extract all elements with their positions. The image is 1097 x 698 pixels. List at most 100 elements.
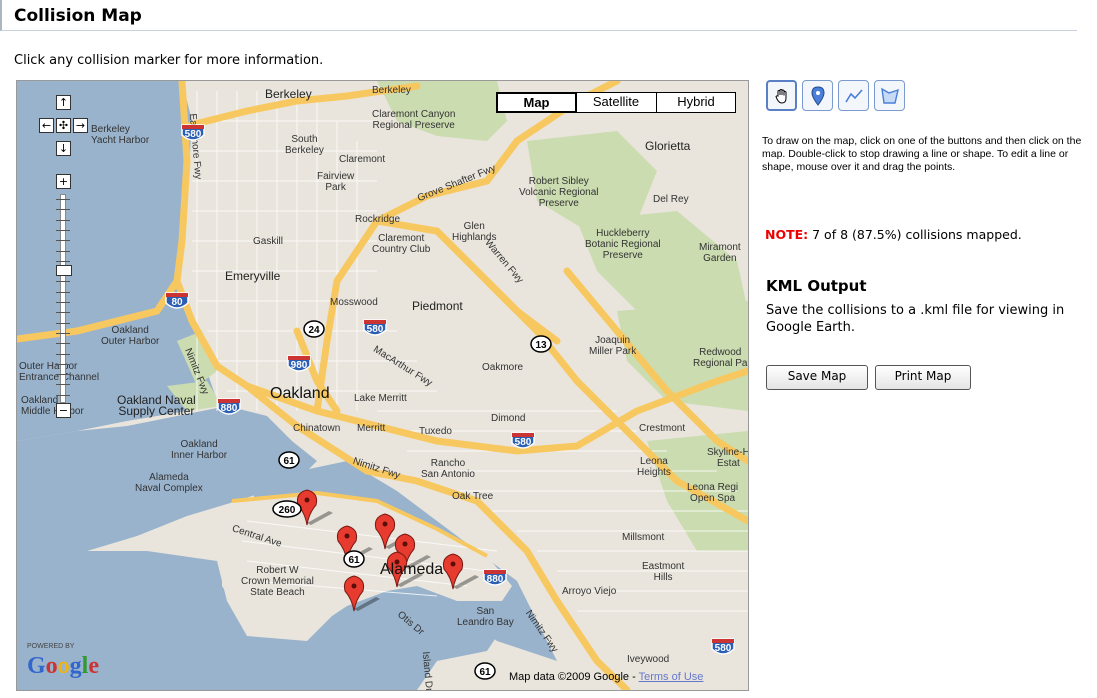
placemark-icon <box>810 85 825 106</box>
map-type-control: Map Satellite Hybrid <box>496 92 736 113</box>
zoom-tick <box>56 343 70 345</box>
zoom-tick <box>56 240 70 242</box>
polygon-icon <box>880 87 899 104</box>
save-map-button[interactable]: Save Map <box>766 365 868 390</box>
map-label: Rancho San Antonio <box>421 458 475 480</box>
pan-right-button[interactable]: → <box>73 118 88 133</box>
zoom-tick <box>56 322 70 324</box>
zoom-tick <box>56 332 70 334</box>
kml-output-title: KML Output <box>766 277 867 295</box>
zoom-tick <box>56 312 70 314</box>
pan-down-button[interactable]: ↓ <box>56 141 71 156</box>
page-title: Collision Map <box>14 6 142 26</box>
map-label: Oakland Middle Harbor <box>21 395 84 417</box>
google-logo[interactable]: Google <box>27 653 99 680</box>
zoom-tick <box>56 219 70 221</box>
zoom-in-button[interactable]: + <box>56 174 71 189</box>
zoom-tick <box>56 291 70 293</box>
map-label: Joaquin Miller Park <box>589 335 637 357</box>
map-label: Oakland <box>270 385 330 402</box>
map-label: Rockridge <box>355 214 401 225</box>
map-label: Dimond <box>491 413 526 424</box>
map-label: Oakland Naval Supply Center <box>117 393 196 418</box>
pan-up-button[interactable]: ↑ <box>56 95 71 110</box>
terms-of-use-link[interactable]: Terms of Use <box>639 671 704 683</box>
map-label: San Leandro Bay <box>457 606 514 628</box>
map-tiles[interactable] <box>17 81 748 690</box>
map-label: Oakmore <box>482 362 524 373</box>
drawing-toolbar <box>766 80 905 111</box>
print-map-button[interactable]: Print Map <box>875 365 971 390</box>
map-label: Gaskill <box>253 236 284 247</box>
map-attribution: Map data ©2009 Google - Terms of Use <box>509 671 703 683</box>
zoom-tick <box>56 250 70 252</box>
map-label: Crestmont <box>639 423 686 434</box>
page-header: Collision Map <box>0 0 1077 31</box>
zoom-tick <box>56 353 70 355</box>
map-label: Berkeley <box>265 87 312 101</box>
drawing-help-text: To draw on the map, click on one of the … <box>762 135 1082 173</box>
map-label: Skyline-H Estat <box>707 447 749 469</box>
attribution-text: Map data ©2009 Google - <box>509 671 639 683</box>
map-label: Redwood Regional Pa <box>693 347 748 369</box>
map-label: Merritt <box>357 423 386 434</box>
map-label: Lake Merritt <box>354 393 407 404</box>
map-label: Oak Tree <box>452 491 494 502</box>
zoom-tick <box>56 384 70 386</box>
collision-map[interactable]: Berkeley Berkeley Berkeley Yacht Harbor S… <box>16 80 749 691</box>
polygon-tool-button[interactable] <box>874 80 905 111</box>
pan-center-button[interactable]: ✣ <box>56 118 71 133</box>
pan-left-button[interactable]: ← <box>39 118 54 133</box>
map-type-hybrid-button[interactable]: Hybrid <box>657 93 735 112</box>
map-label: Iveywood <box>627 654 670 665</box>
polyline-icon <box>844 88 863 102</box>
map-label: Glorietta <box>645 139 691 153</box>
polyline-tool-button[interactable] <box>838 80 869 111</box>
zoom-tick <box>56 302 70 303</box>
map-label: Robert Sibley Volcanic Regional Preserve <box>519 176 599 209</box>
map-label: Robert W Crown Memorial State Beach <box>241 565 314 598</box>
map-label: Oakland Inner Harbor <box>171 439 228 461</box>
map-label: Leona Heights <box>637 456 671 478</box>
zoom-tick <box>56 260 70 262</box>
map-type-map-button[interactable]: Map <box>496 92 577 113</box>
map-label: Mosswood <box>330 297 378 308</box>
zoom-tick <box>56 374 70 376</box>
map-label: Claremont Canyon Regional Preserve <box>372 109 456 131</box>
map-label: Alameda <box>380 561 444 578</box>
zoom-tick <box>56 199 70 200</box>
zoom-tick <box>56 281 70 283</box>
hand-tool-button[interactable] <box>766 80 797 111</box>
zoom-slider-track[interactable] <box>56 194 70 403</box>
intro-text: Click any collision marker for more info… <box>14 53 324 68</box>
kml-output-description: Save the collisions to a .kml file for v… <box>766 303 1065 335</box>
map-label: Chinatown <box>293 423 341 434</box>
map-label: Emeryville <box>225 269 281 283</box>
map-label: Eastmont Hills <box>642 561 685 583</box>
map-label: Fairview Park <box>317 171 355 193</box>
zoom-tick <box>56 363 70 365</box>
map-label: Claremont <box>339 154 386 165</box>
powered-by-label: POWERED BY <box>27 643 75 650</box>
hand-icon <box>774 88 786 104</box>
map-type-satellite-button[interactable]: Satellite <box>576 93 657 112</box>
note-label: NOTE: <box>765 227 809 242</box>
zoom-slider-thumb[interactable] <box>56 265 72 276</box>
note-text: 7 of 8 (87.5%) collisions mapped. <box>808 227 1022 242</box>
map-label: Miramont Garden <box>699 242 741 264</box>
map-label: Alameda Naval Complex <box>135 472 203 494</box>
map-label: Arroyo Viejo <box>562 586 617 597</box>
map-label: Berkeley Yacht Harbor <box>91 124 150 146</box>
zoom-tick <box>56 209 70 211</box>
map-label: Del Rey <box>653 194 689 205</box>
map-label: Huckleberry Botanic Regional Preserve <box>585 228 661 261</box>
map-label: Tuxedo <box>419 426 452 437</box>
zoom-tick <box>56 394 70 396</box>
zoom-tick <box>56 229 70 231</box>
mapped-note: NOTE: 7 of 8 (87.5%) collisions mapped. <box>765 227 1022 242</box>
map-label: Millsmont <box>622 532 665 543</box>
zoom-out-button[interactable]: − <box>56 403 71 418</box>
placemark-tool-button[interactable] <box>802 80 833 111</box>
map-label: South Berkeley <box>285 134 324 156</box>
map-label: Berkeley <box>372 85 411 96</box>
